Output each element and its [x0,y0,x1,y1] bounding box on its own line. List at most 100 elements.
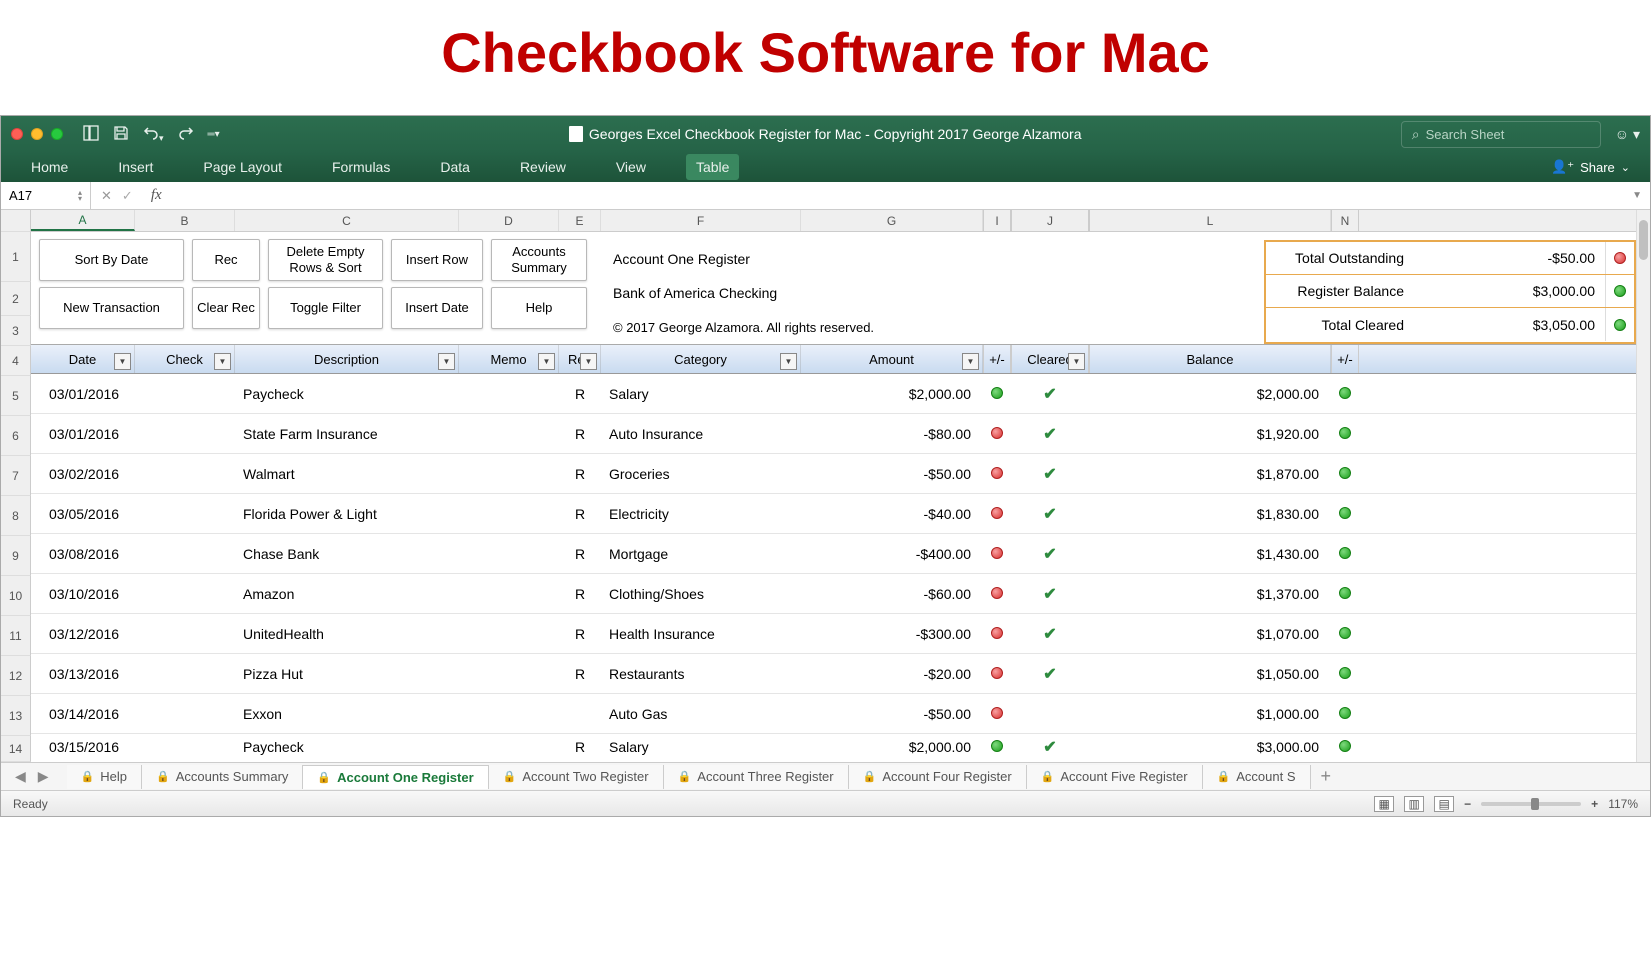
cell-description[interactable]: Paycheck [235,386,459,402]
cell-description[interactable]: Walmart [235,466,459,482]
filter-icon[interactable]: ▼ [114,353,131,370]
sheet-tab[interactable]: 🔒Account One Register [303,765,488,789]
zoom-out-icon[interactable]: − [1464,797,1471,811]
cell-date[interactable]: 03/01/2016 [31,426,135,442]
cell-category[interactable]: Clothing/Shoes [601,586,801,602]
col-header[interactable]: A [31,210,135,231]
th-category[interactable]: Category▼ [601,345,801,373]
cell-cleared[interactable]: ✔ [1011,384,1089,404]
sheet-tab[interactable]: 🔒Account Two Register [489,765,664,789]
zoom-level[interactable]: 117% [1608,797,1638,811]
cell-date[interactable]: 03/02/2016 [31,466,135,482]
tab-view[interactable]: View [606,154,656,180]
cell-cleared[interactable]: ✔ [1011,664,1089,684]
cell-category[interactable]: Restaurants [601,666,801,682]
tab-formulas[interactable]: Formulas [322,154,400,180]
cell-date[interactable]: 03/12/2016 [31,626,135,642]
cell-cleared[interactable]: ✔ [1011,737,1089,757]
filter-icon[interactable]: ▼ [438,353,455,370]
filter-icon[interactable]: ▼ [538,353,555,370]
expand-formula-icon[interactable]: ▼ [1624,190,1650,201]
cell-rec[interactable]: R [559,586,601,602]
table-row[interactable]: 03/01/2016 State Farm Insurance RAuto Insu… [31,414,1636,454]
row-header[interactable]: 6 [1,416,31,456]
cell-rec[interactable]: R [559,506,601,522]
tab-home[interactable]: Home [21,154,78,180]
th-description[interactable]: Description▼ [235,345,459,373]
col-header[interactable]: G [801,210,983,231]
col-header[interactable]: D [459,210,559,231]
cell-amount[interactable]: $2,000.00 [801,386,983,402]
redo-icon[interactable] [178,125,194,144]
sheet-tab[interactable]: 🔒Account Four Register [849,765,1027,789]
row-header[interactable]: 11 [1,616,31,656]
col-header[interactable]: F [601,210,801,231]
cell-amount[interactable]: -$60.00 [801,586,983,602]
scroll-thumb[interactable] [1639,220,1648,260]
cell-date[interactable]: 03/14/2016 [31,706,135,722]
filter-icon[interactable]: ▼ [214,353,231,370]
th-cleared[interactable]: Cleared▼ [1011,345,1089,373]
cell-description[interactable]: Florida Power & Light [235,506,459,522]
th-memo[interactable]: Memo▼ [459,345,559,373]
col-header[interactable]: C [235,210,459,231]
feedback-icon[interactable]: ☺ ▾ [1615,126,1640,143]
add-sheet-button[interactable]: + [1311,766,1342,787]
sheet-tab[interactable]: 🔒Account S [1203,765,1311,789]
help-button[interactable]: Help [491,287,587,329]
cell-cleared[interactable]: ✔ [1011,424,1089,444]
page-layout-view-icon[interactable]: ▥ [1404,796,1424,812]
save-icon[interactable] [113,125,129,144]
cell-cleared[interactable]: ✔ [1011,544,1089,564]
cell-category[interactable]: Auto Insurance [601,426,801,442]
row-header[interactable]: 5 [1,376,31,416]
page-break-view-icon[interactable]: ▤ [1434,796,1454,812]
minimize-icon[interactable] [31,128,43,140]
cell-category[interactable]: Salary [601,739,801,755]
tab-table[interactable]: Table [686,154,739,180]
cell-amount[interactable]: -$300.00 [801,626,983,642]
share-button[interactable]: 👤⁺ Share ⌄ [1551,159,1630,175]
cell-date[interactable]: 03/10/2016 [31,586,135,602]
cell-rec[interactable]: R [559,426,601,442]
cell-amount[interactable]: -$80.00 [801,426,983,442]
cell-description[interactable]: State Farm Insurance [235,426,459,442]
cell-category[interactable]: Groceries [601,466,801,482]
row-header[interactable]: 2 [1,282,31,316]
cell-rec[interactable]: R [559,546,601,562]
col-header[interactable]: N [1331,210,1359,231]
cell-description[interactable]: UnitedHealth [235,626,459,642]
qat-customize-icon[interactable]: ═▾ [208,129,220,140]
name-box-spinner[interactable]: ▴▾ [78,190,82,202]
cell-category[interactable]: Health Insurance [601,626,801,642]
col-header[interactable]: L [1089,210,1331,231]
normal-view-icon[interactable]: ▦ [1374,796,1394,812]
row-header[interactable]: 12 [1,656,31,696]
th-check[interactable]: Check▼ [135,345,235,373]
cell-description[interactable]: Exxon [235,706,459,722]
table-row[interactable]: 03/02/2016WalmartRGroceries-$50.00✔$1,87… [31,454,1636,494]
cell-description[interactable]: Chase Bank [235,546,459,562]
cell-amount[interactable]: -$50.00 [801,706,983,722]
sheet-tab[interactable]: 🔒Account Five Register [1027,765,1203,789]
table-row[interactable]: 03/05/2016Florida Power & LightRElectric… [31,494,1636,534]
cell-date[interactable]: 03/08/2016 [31,546,135,562]
cell-amount[interactable]: $2,000.00 [801,739,983,755]
th-date[interactable]: Date▼ [31,345,135,373]
tab-nav-prev[interactable]: ◀ [9,768,32,785]
filter-icon[interactable]: ▼ [962,353,979,370]
filter-icon[interactable]: ▼ [780,353,797,370]
cell-rec[interactable]: R [559,466,601,482]
tab-insert[interactable]: Insert [108,154,163,180]
table-row[interactable]: 03/08/2016Chase BankRMortgage-$400.00✔$1… [31,534,1636,574]
row-header[interactable]: 3 [1,316,31,346]
insert-row-button[interactable]: Insert Row [391,239,483,281]
clear-rec-button[interactable]: Clear Rec [192,287,260,329]
cell-date[interactable]: 03/15/2016 [31,739,135,755]
cell-cleared[interactable]: ✔ [1011,584,1089,604]
cell-category[interactable]: Mortgage [601,546,801,562]
row-header[interactable]: 9 [1,536,31,576]
tab-data[interactable]: Data [430,154,480,180]
col-header[interactable]: I [983,210,1011,231]
sheet-tab[interactable]: 🔒Account Three Register [664,765,849,789]
